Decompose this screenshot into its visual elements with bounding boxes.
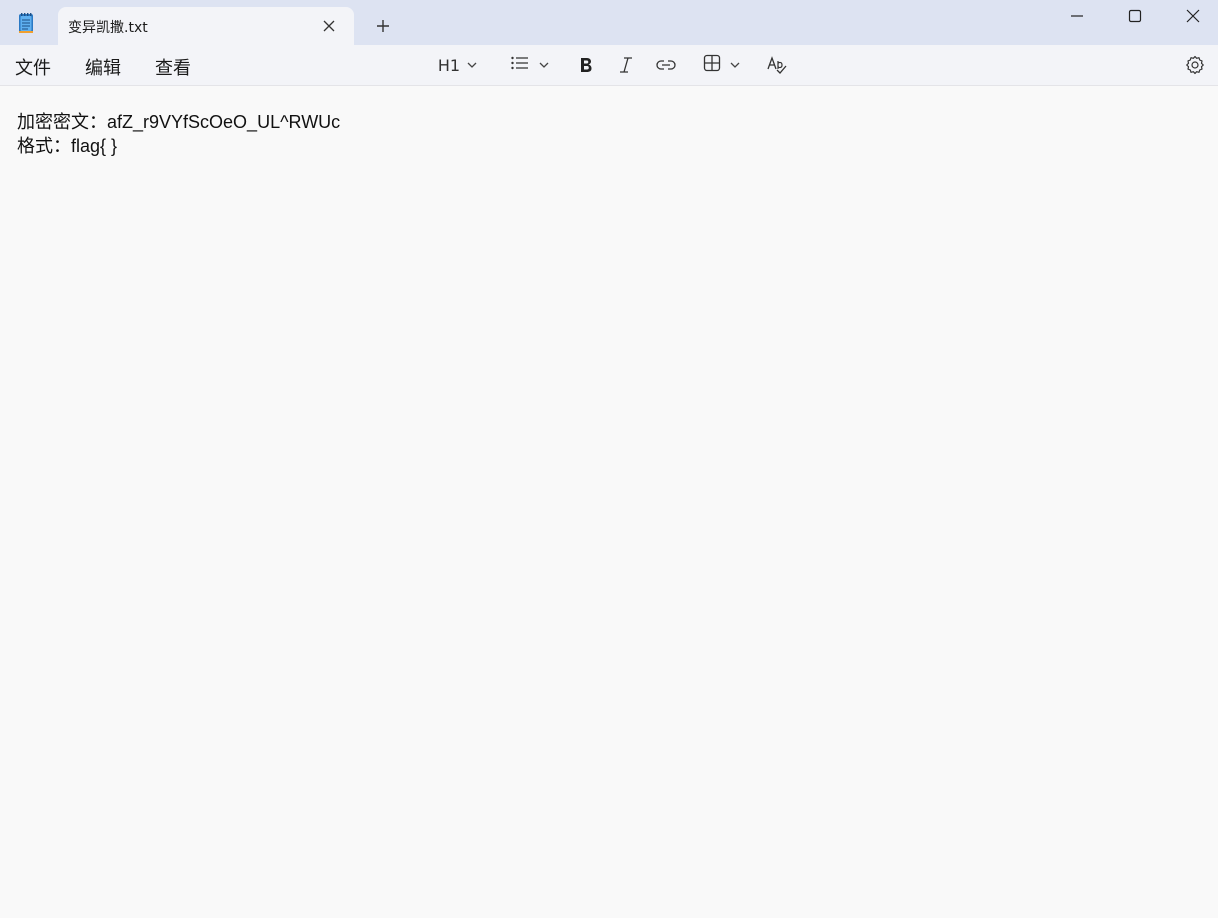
menu-toolbar: 文件 编辑 查看 H1 xyxy=(0,45,1218,86)
chevron-down-icon xyxy=(538,56,550,75)
chevron-down-icon xyxy=(729,56,741,75)
minimize-icon[interactable] xyxy=(1048,0,1106,32)
close-icon[interactable] xyxy=(1164,0,1218,32)
plus-icon[interactable] xyxy=(372,15,394,37)
spellcheck-icon[interactable] xyxy=(764,53,790,77)
settings-icon[interactable] xyxy=(1183,53,1207,77)
heading-label: H1 xyxy=(437,55,461,75)
bold-icon[interactable] xyxy=(574,53,598,77)
chevron-down-icon xyxy=(466,56,478,75)
menu-edit[interactable]: 编辑 xyxy=(85,54,121,80)
link-icon[interactable] xyxy=(654,53,678,77)
editor-line[interactable]: 加密密文：afZ_r9VYfScOeO_UL^RWUc xyxy=(17,108,340,134)
notepad-icon xyxy=(14,11,38,35)
list-icon xyxy=(510,55,530,75)
tab-document[interactable]: 变异凯撒.txt xyxy=(58,7,354,45)
heading-dropdown[interactable]: H1 xyxy=(434,53,482,77)
menu-file[interactable]: 文件 xyxy=(15,54,51,80)
title-bar: 变异凯撒.txt xyxy=(0,0,1218,45)
menu-view[interactable]: 查看 xyxy=(155,54,191,80)
maximize-icon[interactable] xyxy=(1106,0,1164,32)
editor-line[interactable]: 格式：flag{ } xyxy=(17,132,117,158)
tab-title: 变异凯撒.txt xyxy=(68,20,148,36)
list-dropdown[interactable] xyxy=(506,53,554,77)
text-editor[interactable]: 加密密文：afZ_r9VYfScOeO_UL^RWUc 格式：flag{ } xyxy=(0,86,1218,918)
table-icon xyxy=(703,54,721,76)
italic-icon[interactable] xyxy=(614,53,638,77)
close-icon[interactable] xyxy=(320,17,338,35)
table-dropdown[interactable] xyxy=(698,53,746,77)
